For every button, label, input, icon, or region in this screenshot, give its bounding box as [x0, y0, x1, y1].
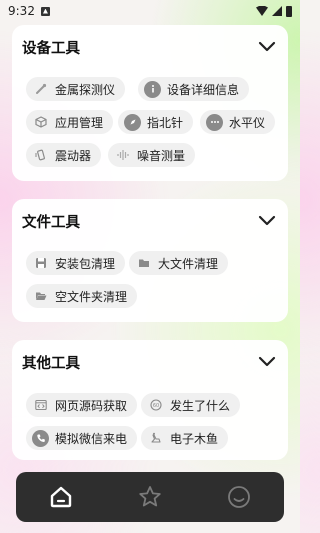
tool-large-file-cleaner[interactable]: 大文件清理 [129, 251, 229, 275]
tool-metal-detector[interactable]: 金属探测仪 [26, 77, 126, 101]
chevron-down-icon [258, 41, 276, 52]
star-icon [139, 486, 161, 507]
tool-label: 安装包清理 [55, 256, 116, 271]
section-device-tools: 设备工具 金属探测仪 设备详细信息 应用管理 指北针 水平仪 震动器 噪音测量 [12, 25, 288, 181]
tool-label: 应用管理 [55, 115, 104, 130]
chevron-down-icon [258, 215, 276, 226]
status-indicators [256, 5, 292, 17]
tool-vibrator[interactable]: 震动器 [26, 143, 102, 167]
save-icon [32, 255, 49, 272]
section-file-tools: 文件工具 安装包清理 大文件清理 空文件夹清理 [12, 199, 288, 322]
tool-what-happened[interactable]: 60 发生了什么 [141, 393, 241, 417]
section-title: 设备工具 [22, 40, 80, 57]
tool-label: 噪音测量 [137, 148, 186, 163]
search-circle-icon: 60 [147, 397, 164, 414]
tool-label: 网页源码获取 [55, 398, 128, 413]
nav-profile[interactable] [219, 477, 259, 517]
status-time: 9:32 [8, 4, 35, 18]
info-icon [144, 80, 161, 98]
section-header[interactable]: 文件工具 [12, 199, 288, 243]
chevron-down-icon [258, 356, 276, 367]
tool-level[interactable]: 水平仪 [200, 110, 276, 134]
section-header[interactable]: 其他工具 [12, 340, 288, 384]
tool-apk-cleaner[interactable]: 安装包清理 [26, 251, 126, 275]
open-folder-icon [32, 288, 49, 305]
tool-label: 大文件清理 [158, 256, 219, 271]
metal-detector-icon [32, 81, 49, 98]
tool-label: 震动器 [55, 148, 92, 163]
tool-label: 电子木鱼 [170, 431, 219, 446]
home-icon [50, 486, 71, 508]
signal-icon [272, 6, 282, 16]
wooden-fish-icon [147, 430, 164, 447]
tool-fake-wechat-call[interactable]: 模拟微信来电 [26, 426, 138, 450]
tool-compass[interactable]: 指北针 [118, 110, 194, 134]
tool-label: 金属探测仪 [55, 82, 116, 97]
tool-label: 发生了什么 [170, 398, 231, 413]
smile-icon [228, 486, 251, 508]
tool-label: 模拟微信来电 [55, 431, 128, 446]
compass-icon [124, 113, 141, 131]
section-header[interactable]: 设备工具 [12, 25, 288, 69]
section-title: 文件工具 [22, 214, 80, 231]
tool-wooden-fish[interactable]: 电子木鱼 [141, 426, 229, 450]
notification-icon [40, 6, 50, 16]
collapse-toggle[interactable] [256, 36, 278, 58]
tool-device-info[interactable]: 设备详细信息 [138, 77, 250, 101]
nav-home[interactable] [41, 477, 81, 517]
wifi-icon [256, 6, 268, 16]
tool-page-source[interactable]: 网页源码获取 [26, 393, 138, 417]
phone-icon [32, 429, 49, 447]
tool-label: 空文件夹清理 [55, 289, 128, 304]
bottom-nav [16, 472, 284, 522]
collapse-toggle[interactable] [256, 210, 278, 232]
tool-label: 指北针 [147, 115, 184, 130]
cube-icon [32, 114, 49, 131]
collapse-toggle[interactable] [256, 351, 278, 373]
status-bar: 9:32 [0, 0, 300, 22]
vibration-icon [32, 147, 49, 164]
tool-label: 水平仪 [229, 115, 266, 130]
nav-favorites[interactable] [130, 477, 170, 517]
tool-label: 设备详细信息 [167, 82, 240, 97]
svg-text:60: 60 [152, 403, 158, 409]
tool-noise-meter[interactable]: 噪音测量 [108, 143, 196, 167]
sound-wave-icon [114, 147, 131, 164]
level-icon [206, 113, 223, 131]
section-title: 其他工具 [22, 355, 80, 372]
tool-app-manager[interactable]: 应用管理 [26, 110, 114, 134]
section-other-tools: 其他工具 网页源码获取 60 发生了什么 模拟微信来电 电子木鱼 [12, 340, 288, 460]
folder-icon [135, 255, 152, 272]
battery-icon [286, 5, 292, 17]
tool-empty-folder-cleaner[interactable]: 空文件夹清理 [26, 284, 138, 308]
code-window-icon [32, 397, 49, 414]
